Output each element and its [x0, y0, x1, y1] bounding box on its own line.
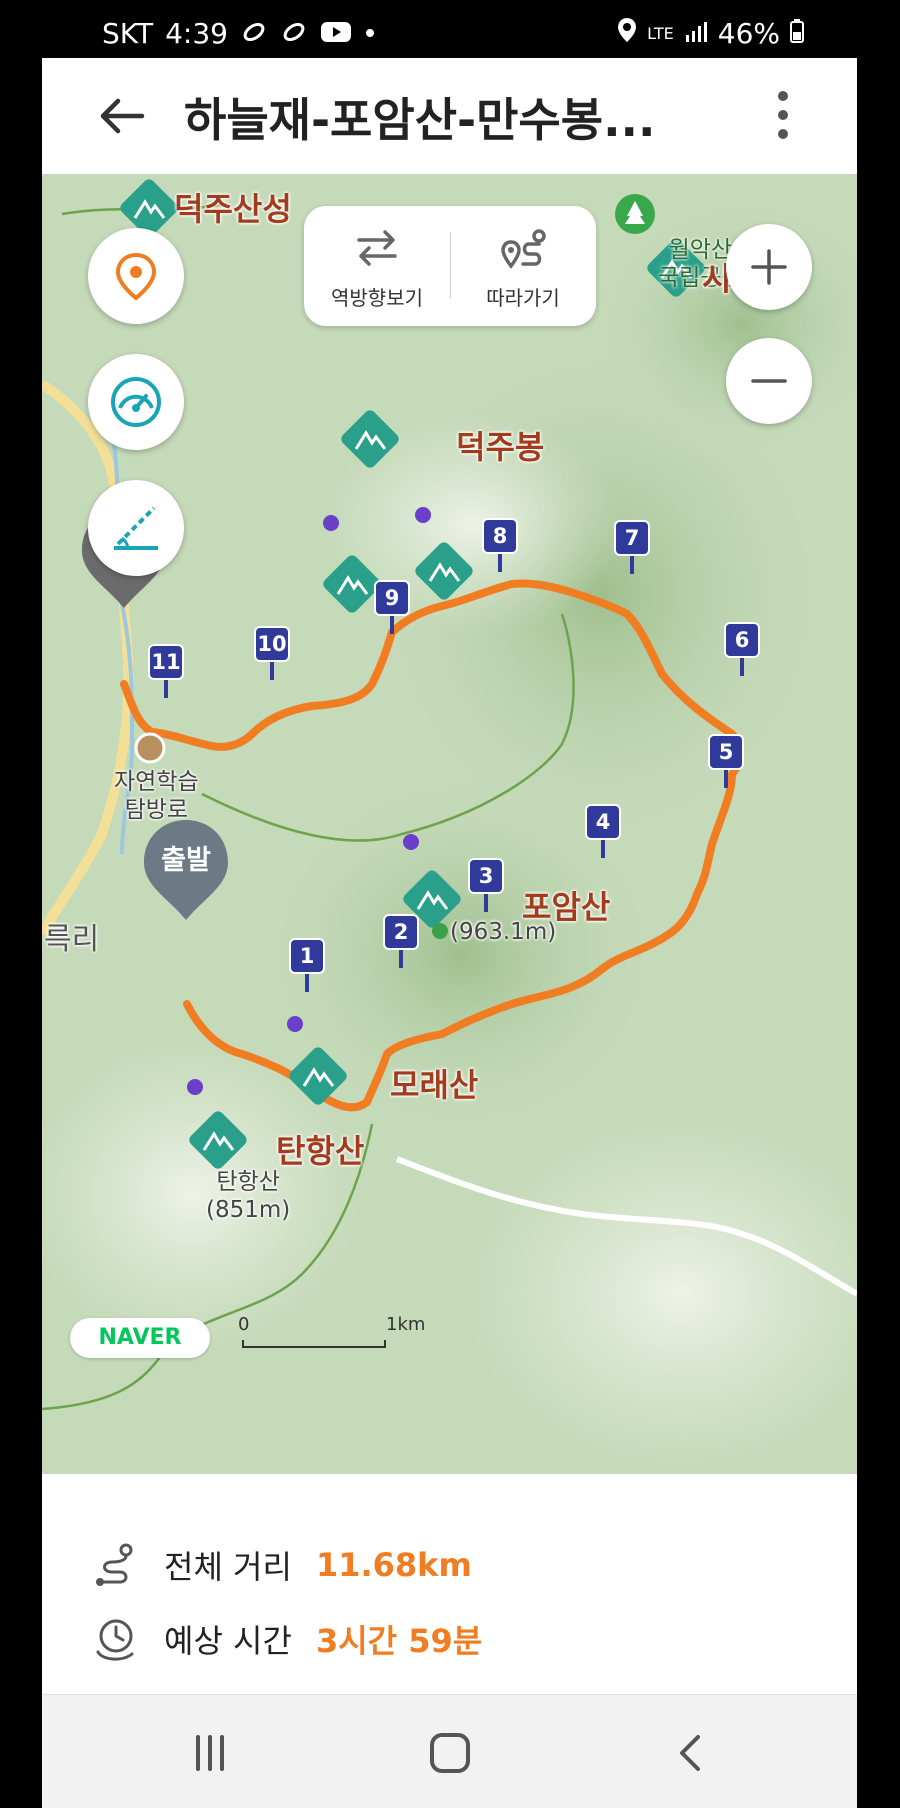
map-scale: 0 1km [238, 1312, 458, 1362]
scale-bar [242, 1340, 386, 1348]
home-button[interactable] [420, 1729, 480, 1779]
waypoint-6[interactable]: 6 [724, 622, 760, 676]
distance-row: 전체 거리 11.68km [92, 1540, 472, 1590]
notification-dot-icon [364, 17, 376, 50]
label-tanhangsan-detail: 탄항산 (851m) [206, 1168, 290, 1224]
back-arrow-icon [100, 98, 145, 134]
distance-route-icon [96, 1543, 133, 1586]
summit-badge-icon [403, 834, 419, 850]
scale-km-label: 1km [386, 1314, 426, 1335]
waypoint-label: 5 [708, 734, 744, 770]
national-park-icon [615, 194, 655, 234]
summit-badge-icon [187, 1079, 203, 1095]
time-label: 예상 시간 [164, 1622, 292, 1660]
waypoint-10[interactable]: 10 [254, 626, 290, 680]
route-actions-bar: 역방향보기 따라가기 [304, 206, 596, 326]
chevron-left-icon [680, 1735, 700, 1771]
hiking-app-icon [240, 17, 268, 50]
recent-apps-button[interactable] [180, 1729, 240, 1779]
summit-badge-icon [287, 1016, 303, 1032]
label-moraesan: 모래산 [390, 1066, 479, 1104]
waypoint-label: 1 [289, 938, 325, 974]
waypoint-8[interactable]: 8 [482, 518, 518, 572]
label-tanhangsan-small: 탄항산 [216, 1169, 280, 1195]
app-window: 하늘재-포암산-만수봉... 덕주산성 덕주봉 포암산 (963.1m) 모래산… [42, 58, 857, 1808]
label-nature-trail-line1: 자연학습 [114, 769, 199, 795]
carrier-label: SKT [102, 17, 154, 50]
more-options-button[interactable] [768, 88, 798, 144]
summit-badge-icon [323, 515, 339, 531]
location-pin-icon [115, 252, 157, 301]
waypoint-label: 9 [374, 580, 410, 616]
waypoint-label: 7 [614, 520, 650, 556]
follow-route-button[interactable]: 따라가기 [450, 206, 596, 326]
speedometer-icon [111, 377, 161, 427]
start-pin[interactable]: 출발 [140, 816, 232, 924]
distance-label: 전체 거리 [164, 1548, 292, 1586]
my-location-button[interactable] [88, 228, 184, 324]
waypoint-label: 10 [254, 626, 290, 662]
distance-value: 11.68km [315, 1546, 472, 1584]
waypoint-label: 8 [482, 518, 518, 554]
waypoint-label: 6 [724, 622, 760, 658]
waypoint-4[interactable]: 4 [585, 804, 621, 858]
minus-icon [751, 379, 787, 383]
waypoint-1[interactable]: 1 [289, 938, 325, 992]
waypoint-3[interactable]: 3 [468, 858, 504, 912]
follow-route-label: 따라가기 [486, 286, 560, 310]
system-back-button[interactable] [662, 1729, 722, 1779]
battery-percent: 46% [717, 17, 780, 50]
map-view[interactable]: 덕주산성 덕주봉 포암산 (963.1m) 모래산 탄항산 탄항산 (851m)… [42, 174, 857, 1474]
slope-button[interactable] [88, 480, 184, 576]
more-vertical-icon [778, 91, 788, 139]
scale-zero-label: 0 [238, 1314, 250, 1335]
poamsan-summit-dot [432, 923, 448, 939]
label-poamsan-elevation: (963.1m) [450, 919, 557, 945]
swap-arrows-icon [357, 230, 397, 266]
waypoint-5[interactable]: 5 [708, 734, 744, 788]
battery-icon [790, 17, 804, 50]
start-pin-label: 출발 [161, 845, 211, 876]
summit-badge-icon [415, 507, 431, 523]
slope-icon [114, 506, 158, 550]
network-type-label: LTE [647, 24, 674, 43]
label-deokjubong: 덕주봉 [456, 428, 545, 466]
back-button[interactable] [98, 92, 146, 140]
follow-route-icon [501, 229, 546, 269]
app-header: 하늘재-포암산-만수봉... [42, 58, 857, 172]
waypoint-11[interactable]: 11 [148, 644, 184, 698]
trailhead-icon [134, 732, 166, 764]
signal-icon [684, 17, 708, 50]
label-deokjusanseong: 덕주산성 [174, 190, 292, 228]
naver-logo: NAVER [70, 1318, 210, 1358]
clock-icon [96, 1619, 134, 1661]
waypoint-2[interactable]: 2 [383, 914, 419, 968]
youtube-icon [320, 17, 352, 50]
time-row: 예상 시간 3시간 59분 [92, 1614, 482, 1664]
clock: 4:39 [165, 17, 228, 50]
hiking-app-icon-2 [280, 17, 308, 50]
speedometer-button[interactable] [88, 354, 184, 450]
reverse-route-button[interactable]: 역방향보기 [304, 206, 450, 326]
time-value: 3시간 59분 [315, 1622, 483, 1660]
system-nav-bar [42, 1694, 857, 1808]
zoom-out-button[interactable] [726, 338, 812, 424]
label-village: 륵리 [44, 922, 100, 957]
status-bar: SKT 4:39 LTE 46% [0, 0, 900, 58]
waypoint-label: 2 [383, 914, 419, 950]
waypoint-9[interactable]: 9 [374, 580, 410, 634]
recent-apps-icon [196, 1735, 224, 1771]
home-icon [430, 1733, 470, 1773]
page-title: 하늘재-포암산-만수봉... [184, 93, 656, 147]
label-tanhangsan-elevation: (851m) [206, 1197, 291, 1223]
waypoint-label: 4 [585, 804, 621, 840]
plus-icon [751, 249, 787, 285]
zoom-in-button[interactable] [726, 224, 812, 310]
waypoint-label: 3 [468, 858, 504, 894]
location-icon [617, 17, 637, 50]
waypoint-label: 11 [148, 644, 184, 680]
label-tanhangsan: 탄항산 [276, 1132, 365, 1170]
waypoint-7[interactable]: 7 [614, 520, 650, 574]
reverse-route-label: 역방향보기 [331, 286, 423, 310]
